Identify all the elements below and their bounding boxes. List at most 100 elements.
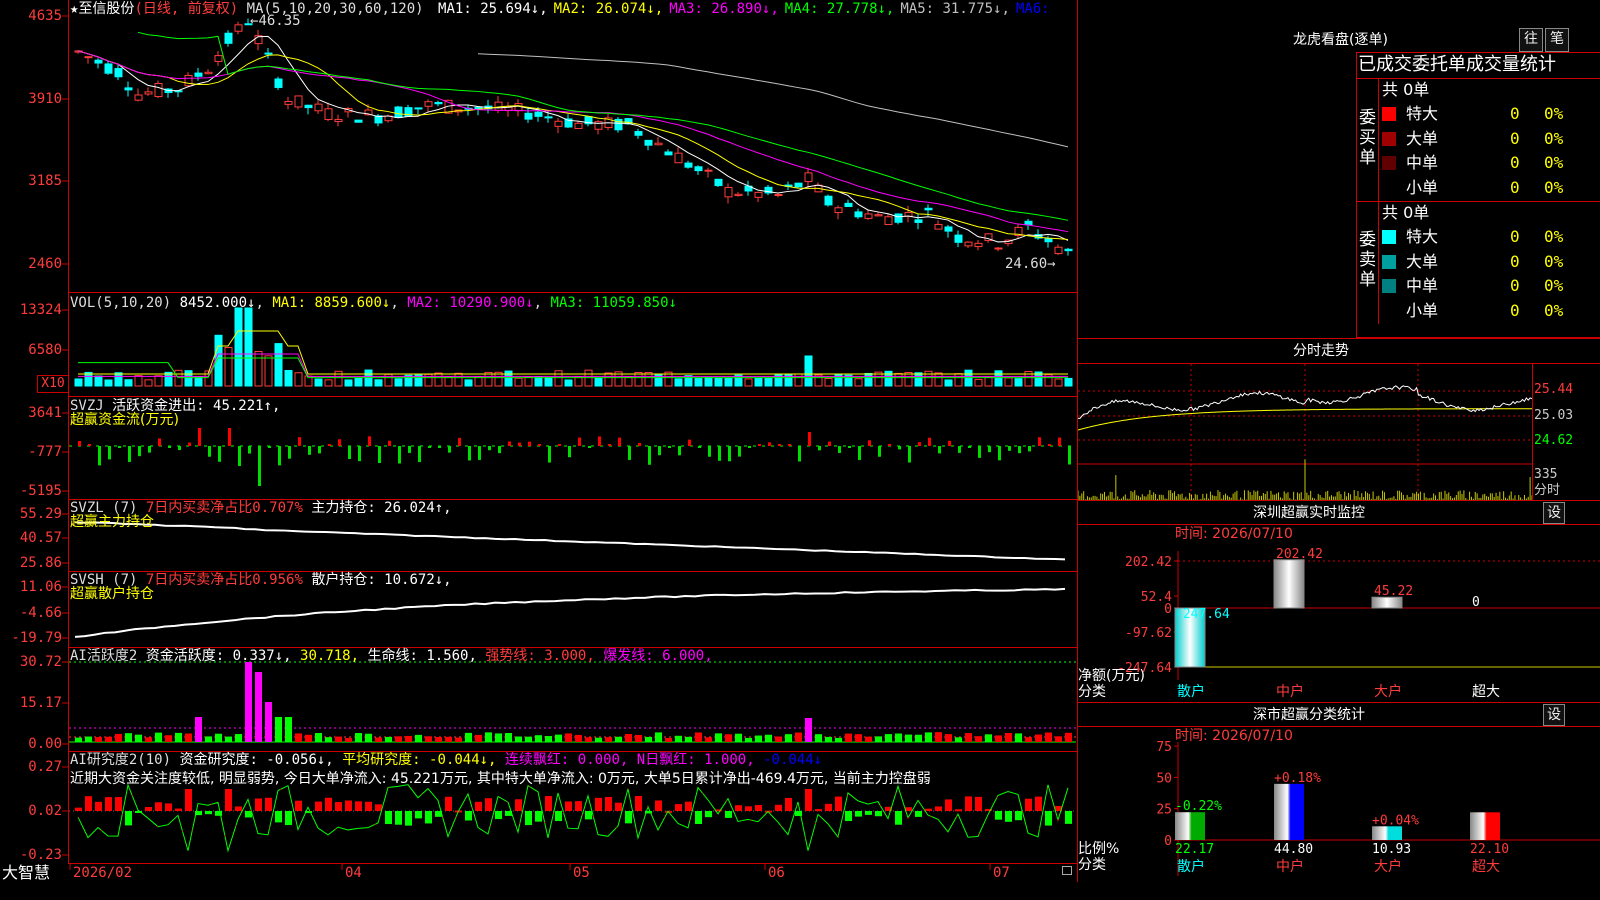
activity-bar bbox=[635, 734, 642, 742]
tab-bi[interactable]: 笔 bbox=[1545, 28, 1569, 52]
ai2-header: AI研究度2(10) 资金研究度: -0.056↓, 平均研究度: -0.044… bbox=[70, 752, 822, 768]
intraday-vol-tick: 335 bbox=[1534, 467, 1558, 482]
research-bar bbox=[845, 811, 852, 822]
sell-color-swatch bbox=[1382, 230, 1396, 244]
volume-bar bbox=[94, 375, 103, 387]
research-bar bbox=[275, 811, 282, 823]
fund-flow-bar bbox=[558, 444, 561, 446]
stat-chart[interactable]: 75 50 25 0 -0.22% 22.17散户 +0.18% 44.80中户 +0.04% 1… bbox=[1078, 740, 1600, 900]
research-bar bbox=[285, 811, 292, 826]
kline-chart[interactable] bbox=[69, 0, 1076, 292]
tab-wang[interactable]: 往 bbox=[1519, 28, 1543, 52]
vol-value: 8452.000↓ bbox=[179, 295, 256, 311]
volume-bar bbox=[194, 376, 203, 387]
stat-tick-label: 50 bbox=[1156, 771, 1172, 786]
activity-bar bbox=[835, 737, 842, 742]
lock-icon[interactable] bbox=[1062, 866, 1072, 875]
volume-bar bbox=[284, 370, 293, 387]
volume-bar bbox=[234, 307, 243, 387]
activity-bar bbox=[965, 733, 972, 742]
activity-bar bbox=[505, 733, 512, 742]
candle-body bbox=[964, 241, 973, 247]
volume-bar bbox=[124, 379, 133, 387]
svzl-tick-2: 40.57 bbox=[19, 530, 62, 546]
volume-bar bbox=[894, 372, 903, 387]
candle-body bbox=[954, 234, 963, 243]
research-bar bbox=[265, 797, 272, 811]
ma-value-2: MA2: 26.074↓, bbox=[553, 1, 664, 17]
sell-row-name: 大单 bbox=[1406, 251, 1439, 271]
activity-bar bbox=[245, 662, 252, 742]
candle-body bbox=[894, 213, 903, 223]
activity-chart[interactable] bbox=[69, 649, 1076, 751]
svzl-tick-3: 25.86 bbox=[19, 555, 62, 571]
fund-flow-bar bbox=[918, 442, 921, 446]
fund-flow-bar bbox=[148, 446, 151, 453]
svzl-hold: 主力持仓: 26.024↑, bbox=[311, 500, 452, 516]
fund-flow-bar bbox=[948, 440, 951, 446]
stat-settings-button[interactable]: 设 bbox=[1543, 704, 1565, 726]
monitor-value-label: 45.22 bbox=[1374, 584, 1413, 599]
activity-bar bbox=[785, 734, 792, 742]
chart-area[interactable]: 4635 3910 3185 2460 13324 6580 X10 3641 … bbox=[0, 0, 1078, 882]
monitor-category-label: 超大 bbox=[1472, 684, 1500, 700]
fund-flow-bar bbox=[708, 446, 711, 457]
monitor-settings-button[interactable]: 设 bbox=[1543, 502, 1565, 524]
vol-tick-2: 6580 bbox=[28, 342, 62, 358]
activity-bar bbox=[715, 733, 722, 742]
volume-bar bbox=[1064, 377, 1073, 387]
activity-bar bbox=[375, 737, 382, 742]
fund-flow-bar bbox=[658, 446, 661, 456]
intraday-chart[interactable] bbox=[1078, 364, 1532, 500]
activity-bar bbox=[95, 737, 102, 742]
buy-row-name: 特大 bbox=[1406, 104, 1439, 123]
candle-body bbox=[334, 118, 343, 123]
activity-bar bbox=[515, 736, 522, 742]
fund-flow-bar bbox=[518, 442, 521, 446]
fund-flow-bar bbox=[1018, 446, 1021, 454]
candle-body bbox=[114, 68, 123, 78]
candle-body bbox=[544, 116, 553, 119]
activity-bar bbox=[735, 733, 742, 742]
activity-bar bbox=[775, 736, 782, 742]
volume-bar bbox=[1004, 377, 1013, 387]
monitor-cat-label: 分类 bbox=[1078, 684, 1106, 700]
research-bar bbox=[745, 806, 752, 811]
fund-flow-bar bbox=[218, 446, 221, 462]
stat-bar bbox=[1274, 783, 1304, 840]
research-bar bbox=[865, 811, 872, 815]
activity-bar bbox=[975, 736, 982, 742]
candle-body bbox=[234, 24, 243, 32]
candle-body bbox=[974, 242, 983, 248]
svzl-tick-1: 55.29 bbox=[19, 506, 62, 522]
research-bar bbox=[595, 797, 602, 811]
fund-flow-bar bbox=[208, 446, 211, 457]
research-bar bbox=[555, 811, 562, 822]
volume-bar bbox=[554, 370, 563, 387]
price-tick-2: 3910 bbox=[28, 91, 62, 107]
chart-mode[interactable]: (日线, 前复权) bbox=[134, 1, 238, 17]
fund-flow-bar bbox=[478, 446, 481, 460]
candle-body bbox=[314, 103, 323, 112]
vol-ma2: MA2: 10290.900↓ bbox=[407, 295, 534, 311]
monitor-chart[interactable]: 202.4252.40-97.62-247.64-247.64散户202.42中… bbox=[1078, 540, 1600, 700]
volume-bar bbox=[594, 377, 603, 387]
activity-bar bbox=[865, 736, 872, 742]
stat-value-label: 44.80 bbox=[1274, 842, 1313, 857]
volume-bar bbox=[474, 376, 483, 387]
fund-flow-bar bbox=[378, 446, 381, 464]
stock-name: 至信股份 bbox=[78, 1, 135, 17]
stat-bar bbox=[1175, 812, 1205, 840]
stat-bar bbox=[1372, 826, 1402, 840]
candle-body bbox=[354, 119, 363, 123]
research-bar bbox=[615, 802, 622, 811]
activity-bar bbox=[595, 737, 602, 742]
research-bar bbox=[485, 798, 492, 811]
activity-bar bbox=[765, 734, 772, 742]
volume-bar bbox=[1014, 378, 1023, 387]
research-chart[interactable] bbox=[69, 753, 1076, 863]
candle-body bbox=[84, 56, 93, 59]
candle-body bbox=[824, 195, 833, 206]
fund-flow-bar bbox=[1058, 437, 1061, 446]
research-bar bbox=[585, 811, 592, 820]
